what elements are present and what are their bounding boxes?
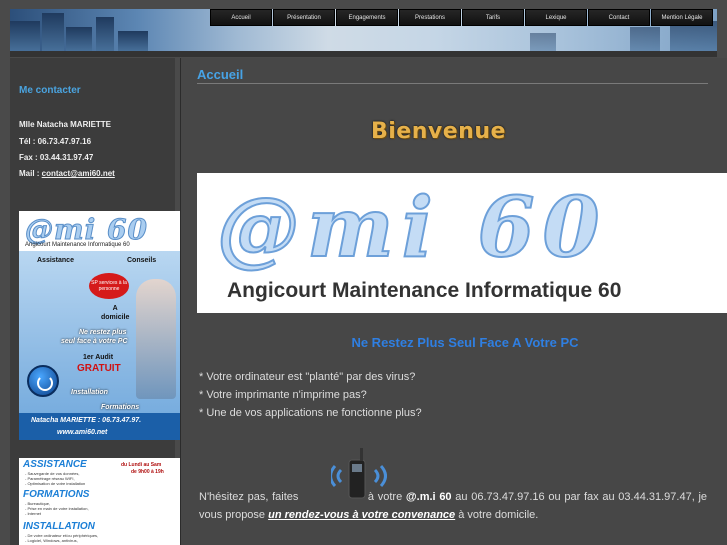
main-nav: Accueil Présentation Engagements Prestat… bbox=[210, 9, 713, 26]
page-title: Accueil bbox=[197, 67, 244, 82]
nav-tarifs[interactable]: Tarifs bbox=[462, 9, 524, 26]
services-line: - Optimisation de votre installation bbox=[25, 481, 86, 486]
services-formations-title: FORMATIONS bbox=[23, 489, 90, 500]
services-flyer[interactable]: ASSISTANCE du Lundi au Sam de 9h00 à 19h… bbox=[19, 458, 180, 545]
nav-lexique[interactable]: Lexique bbox=[525, 9, 587, 26]
nav-prestations[interactable]: Prestations bbox=[399, 9, 461, 26]
banner-company-name: Angicourt Maintenance Informatique 60 bbox=[227, 279, 622, 302]
promo-footer-url: www.ami60.net bbox=[57, 429, 108, 436]
services-line: - Logiciel, Windows, antivirus, bbox=[25, 538, 78, 543]
question-line: * Votre imprimante n'imprime pas? bbox=[199, 389, 367, 401]
para-brand: @.m.i 60 bbox=[405, 491, 452, 503]
promo-subtitle: Angicourt Maintenance Informatique 60 bbox=[25, 242, 130, 248]
promo-conseils: Conseils bbox=[127, 257, 157, 264]
nav-mention-legale[interactable]: Mention Légale bbox=[651, 9, 713, 26]
promo-sp-badge: SP services à la personne bbox=[89, 273, 129, 299]
tagline: Ne Restez Plus Seul Face A Votre PC bbox=[351, 335, 579, 350]
promo-footer-name: Natacha MARIETTE : 06.73.47.97. bbox=[31, 417, 142, 424]
promo-formations: Formations bbox=[101, 404, 140, 411]
contact-paragraph: N'hésitez pas, faites à votre @.m.i 60 a… bbox=[199, 488, 707, 524]
power-icon bbox=[27, 365, 59, 397]
contact-mail-row: Mail : contact@ami60.net bbox=[19, 169, 115, 178]
para-end: à votre domicile. bbox=[458, 509, 539, 521]
para-mid: à votre bbox=[367, 491, 403, 503]
welcome-heading: Bienvenue bbox=[371, 119, 506, 144]
promo-flyer[interactable]: @mi 60 Angicourt Maintenance Informatiqu… bbox=[19, 211, 180, 440]
promo-installation: Installation bbox=[71, 389, 108, 396]
nav-contact[interactable]: Contact bbox=[588, 9, 650, 26]
contact-fax: Fax : 03.44.31.97.47 bbox=[19, 153, 94, 162]
nav-engagements[interactable]: Engagements bbox=[336, 9, 398, 26]
main-content: Accueil Bienvenue @mi 60 Angicourt Maint… bbox=[180, 58, 727, 545]
services-line: - Internet bbox=[25, 511, 42, 516]
ami60-banner: @mi 60 Angicourt Maintenance Informatiqu… bbox=[197, 173, 727, 313]
title-divider bbox=[197, 83, 708, 84]
nav-presentation[interactable]: Présentation bbox=[273, 9, 335, 26]
promo-ne-restez: Ne restez plus bbox=[79, 329, 127, 336]
contact-mail-label: Mail : bbox=[19, 169, 42, 178]
services-days: du Lundi au Sam bbox=[121, 462, 162, 468]
services-installation-title: INSTALLATION bbox=[23, 521, 95, 532]
nav-accueil[interactable]: Accueil bbox=[210, 9, 272, 26]
contact-mail-link[interactable]: contact@ami60.net bbox=[42, 169, 115, 178]
promo-seul-face: seul face à votre PC bbox=[61, 338, 128, 345]
services-assistance-title: ASSISTANCE bbox=[23, 459, 87, 470]
services-hours: de 9h00 à 19h bbox=[131, 469, 164, 475]
promo-audit: 1er Audit bbox=[83, 354, 114, 361]
promo-domicile: A domicile bbox=[101, 305, 130, 321]
question-line: * Votre ordinateur est "planté" par des … bbox=[199, 371, 416, 383]
promo-person-image bbox=[136, 279, 176, 399]
banner-logo: @mi 60 bbox=[216, 180, 608, 276]
sidebar-title: Me contacter bbox=[19, 85, 81, 96]
header-strip bbox=[10, 51, 717, 57]
contact-name: Mlle Natacha MARIETTE bbox=[19, 120, 112, 129]
promo-gratuit: GRATUIT bbox=[77, 363, 121, 374]
contact-tel: Tél : 06.73.47.97.16 bbox=[19, 137, 92, 146]
question-line: * Une de vos applications ne fonctionne … bbox=[199, 407, 422, 419]
promo-assistance: Assistance bbox=[37, 257, 74, 264]
para-start: N'hésitez pas, faites bbox=[199, 491, 299, 503]
appointment-link[interactable]: un rendez-vous à votre convenance bbox=[268, 509, 455, 521]
